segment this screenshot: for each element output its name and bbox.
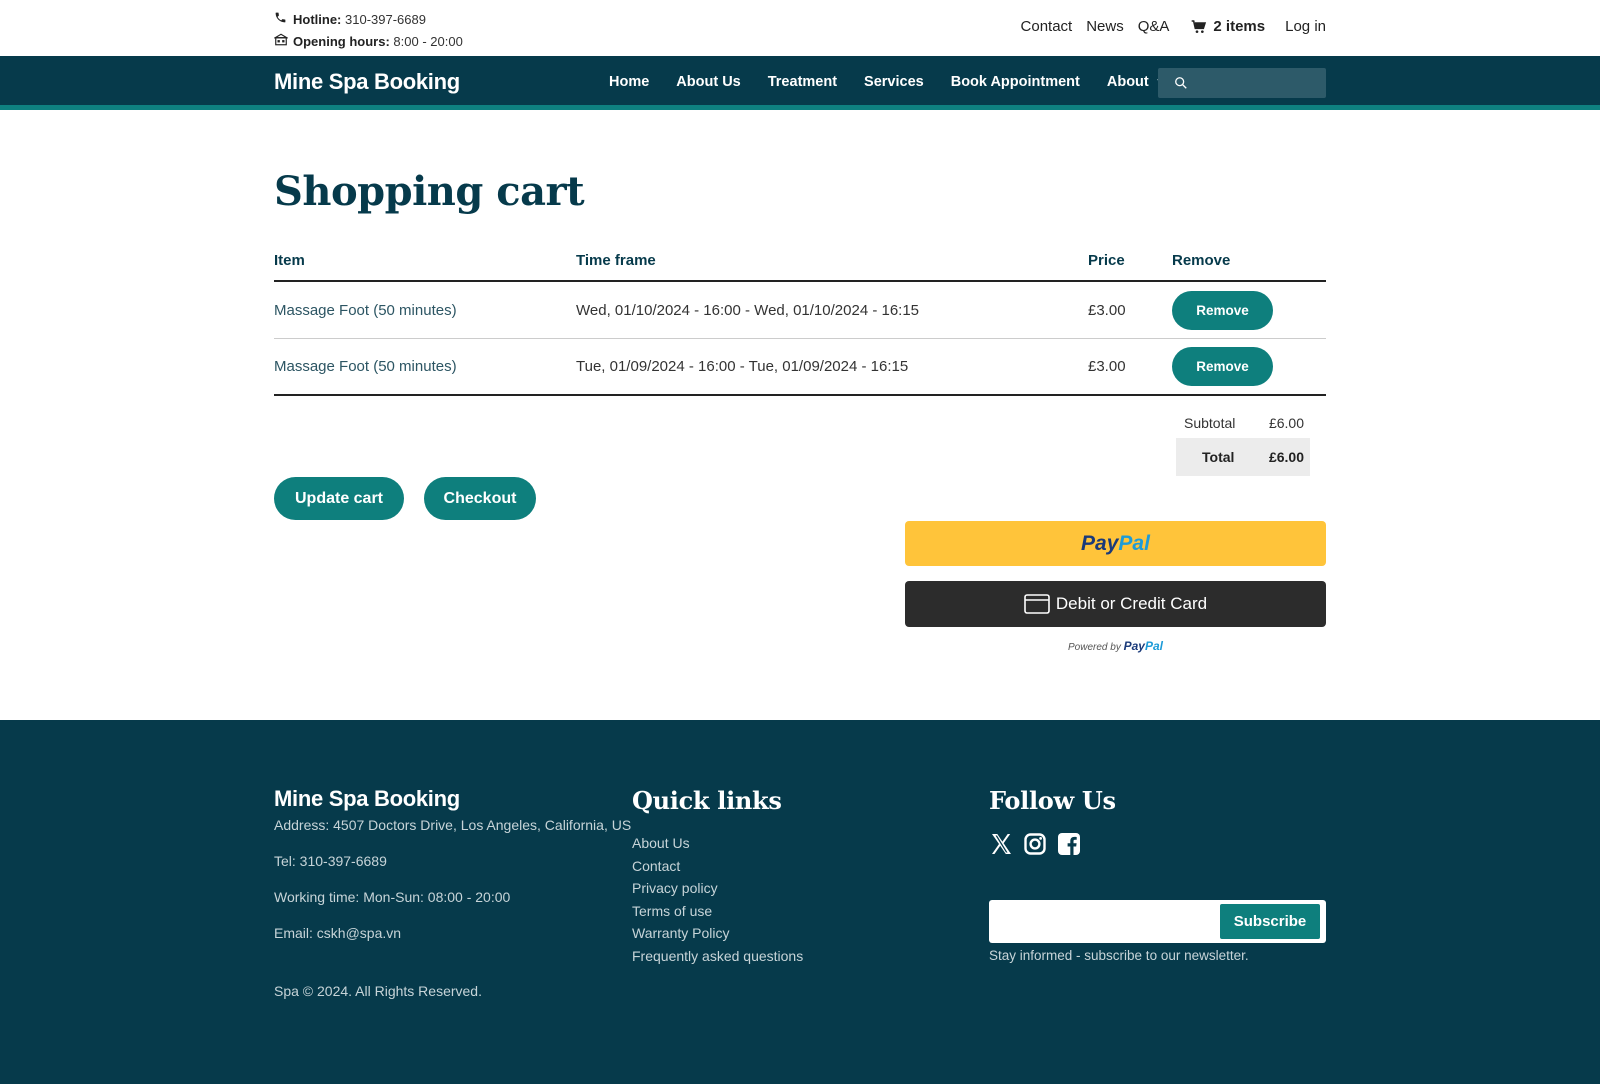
opening-hours: Opening hours: 8:00 - 20:00 (273, 31, 463, 53)
col-price: Price (1088, 251, 1125, 269)
top-bar: Hotline: 310-397-6689 Opening hours: 8:0… (0, 0, 1600, 56)
footer-link-about-us[interactable]: About Us (632, 832, 803, 855)
cart-item-timeframe: Wed, 01/10/2024 - 16:00 - Wed, 01/10/202… (576, 301, 920, 319)
cart-table-header: Item Time frame Price Remove (274, 240, 1326, 282)
cart-icon (1192, 19, 1207, 33)
cart-totals: Subtotal £6.00 Total £6.00 (1176, 408, 1310, 476)
phone-icon (274, 10, 288, 31)
footer-link-faq[interactable]: Frequently asked questions (632, 945, 803, 968)
update-cart-button[interactable]: Update cart (274, 477, 404, 520)
paypal-button[interactable]: Pay Pal (905, 521, 1326, 566)
footer-copyright: Spa © 2024. All Rights Reserved. (274, 983, 482, 999)
newsletter-email-input[interactable] (997, 906, 1207, 937)
footer-link-privacy[interactable]: Privacy policy (632, 877, 803, 900)
search-icon (1175, 77, 1187, 89)
table-row: Massage Foot (50 minutes) Wed, 01/10/202… (274, 282, 1326, 339)
facebook-icon[interactable] (1057, 832, 1081, 856)
footer-email: Email: cskh@spa.vn (274, 925, 402, 941)
top-links: Contact News Q&A 2 items Log in (1021, 18, 1326, 35)
contact-link[interactable]: Contact (1021, 18, 1073, 35)
hotline-label: Hotline: (293, 12, 342, 27)
main-nav: Mine Spa Booking Home About Us Treatment… (0, 56, 1600, 110)
page-title: Shopping cart (274, 168, 585, 215)
col-remove: Remove (1172, 251, 1231, 269)
powered-pal: Pal (1144, 639, 1163, 653)
hours-value: 8:00 - 20:00 (393, 34, 463, 49)
subtotal-value: £6.00 (1268, 415, 1304, 431)
footer-tel: Tel: 310-397-6689 (274, 853, 387, 869)
cart-item-price: £3.00 (1088, 301, 1126, 319)
footer-link-contact[interactable]: Contact (632, 855, 803, 878)
card-icon (1024, 594, 1050, 614)
paypal-pay-text: Pay (1081, 531, 1119, 555)
powered-pay: Pay (1123, 639, 1145, 653)
hours-label: Opening hours: (293, 34, 390, 49)
social-links (989, 832, 1081, 856)
cart-item-name[interactable]: Massage Foot (50 minutes) (274, 302, 576, 319)
debit-credit-card-button[interactable]: Debit or Credit Card (905, 581, 1326, 627)
nav-menu: Home About Us Treatment Services Book Ap… (609, 74, 1169, 90)
cart-item-name[interactable]: Massage Foot (50 minutes) (274, 358, 576, 375)
paypal-pal-text: Pal (1118, 531, 1150, 555)
checkout-button[interactable]: Checkout (424, 477, 536, 520)
nav-book-appointment[interactable]: Book Appointment (951, 74, 1080, 90)
news-link[interactable]: News (1086, 18, 1124, 35)
cart-item-price: £3.00 (1088, 358, 1126, 375)
footer-brand: Mine Spa Booking (274, 786, 460, 811)
cart-count: 2 items (1213, 18, 1266, 35)
nav-treatment[interactable]: Treatment (768, 74, 837, 90)
subtotal-label: Subtotal (1184, 415, 1236, 431)
cart-link[interactable]: 2 items (1191, 18, 1265, 35)
table-row: Massage Foot (50 minutes) Tue, 01/09/202… (274, 339, 1326, 396)
nav-about-label: About (1106, 74, 1149, 90)
login-link[interactable]: Log in (1285, 18, 1326, 35)
quick-links-list: About Us Contact Privacy policy Terms of… (632, 832, 803, 968)
footer-working-time: Working time: Mon-Sun: 08:00 - 20:00 (274, 889, 511, 905)
col-item: Item (274, 251, 305, 269)
col-timeframe: Time frame (576, 251, 656, 269)
follow-us-title: Follow Us (989, 786, 1116, 815)
instagram-icon[interactable] (1023, 832, 1047, 856)
total-row: Total £6.00 (1176, 438, 1310, 476)
total-value: £6.00 (1268, 449, 1304, 465)
x-twitter-icon[interactable] (989, 832, 1013, 856)
site-brand[interactable]: Mine Spa Booking (274, 69, 460, 95)
total-label: Total (1202, 449, 1235, 465)
newsletter-note: Stay informed - subscribe to our newslet… (989, 948, 1249, 963)
footer: Mine Spa Booking Address: 4507 Doctors D… (0, 720, 1600, 1084)
cart-item-timeframe: Tue, 01/09/2024 - 16:00 - Tue, 01/09/202… (576, 358, 909, 375)
nav-services[interactable]: Services (864, 74, 924, 90)
hotline: Hotline: 310-397-6689 (274, 9, 463, 31)
footer-link-warranty[interactable]: Warranty Policy (632, 922, 803, 945)
contact-info: Hotline: 310-397-6689 Opening hours: 8:0… (273, 9, 463, 53)
quick-links-title: Quick links (632, 786, 782, 815)
powered-by-paypal: Powered by PayPal (905, 639, 1326, 653)
remove-button[interactable]: Remove (1172, 290, 1273, 330)
card-button-label: Debit or Credit Card (1055, 594, 1208, 613)
remove-button[interactable]: Remove (1172, 347, 1273, 386)
hotline-value: 310-397-6689 (345, 12, 426, 27)
nav-home[interactable]: Home (609, 74, 649, 90)
subscribe-button[interactable]: Subscribe (1220, 904, 1320, 939)
store-icon (273, 32, 289, 53)
cart-table: Item Time frame Price Remove Massage Foo… (274, 240, 1326, 396)
subtotal-row: Subtotal £6.00 (1176, 408, 1310, 438)
newsletter-form: Subscribe (989, 900, 1326, 943)
qa-link[interactable]: Q&A (1138, 18, 1170, 35)
footer-link-terms[interactable]: Terms of use (632, 900, 803, 923)
nav-about-us[interactable]: About Us (676, 74, 740, 90)
powered-by-text: Powered by (1068, 642, 1121, 653)
footer-address: Address: 4507 Doctors Drive, Los Angeles… (274, 817, 632, 833)
